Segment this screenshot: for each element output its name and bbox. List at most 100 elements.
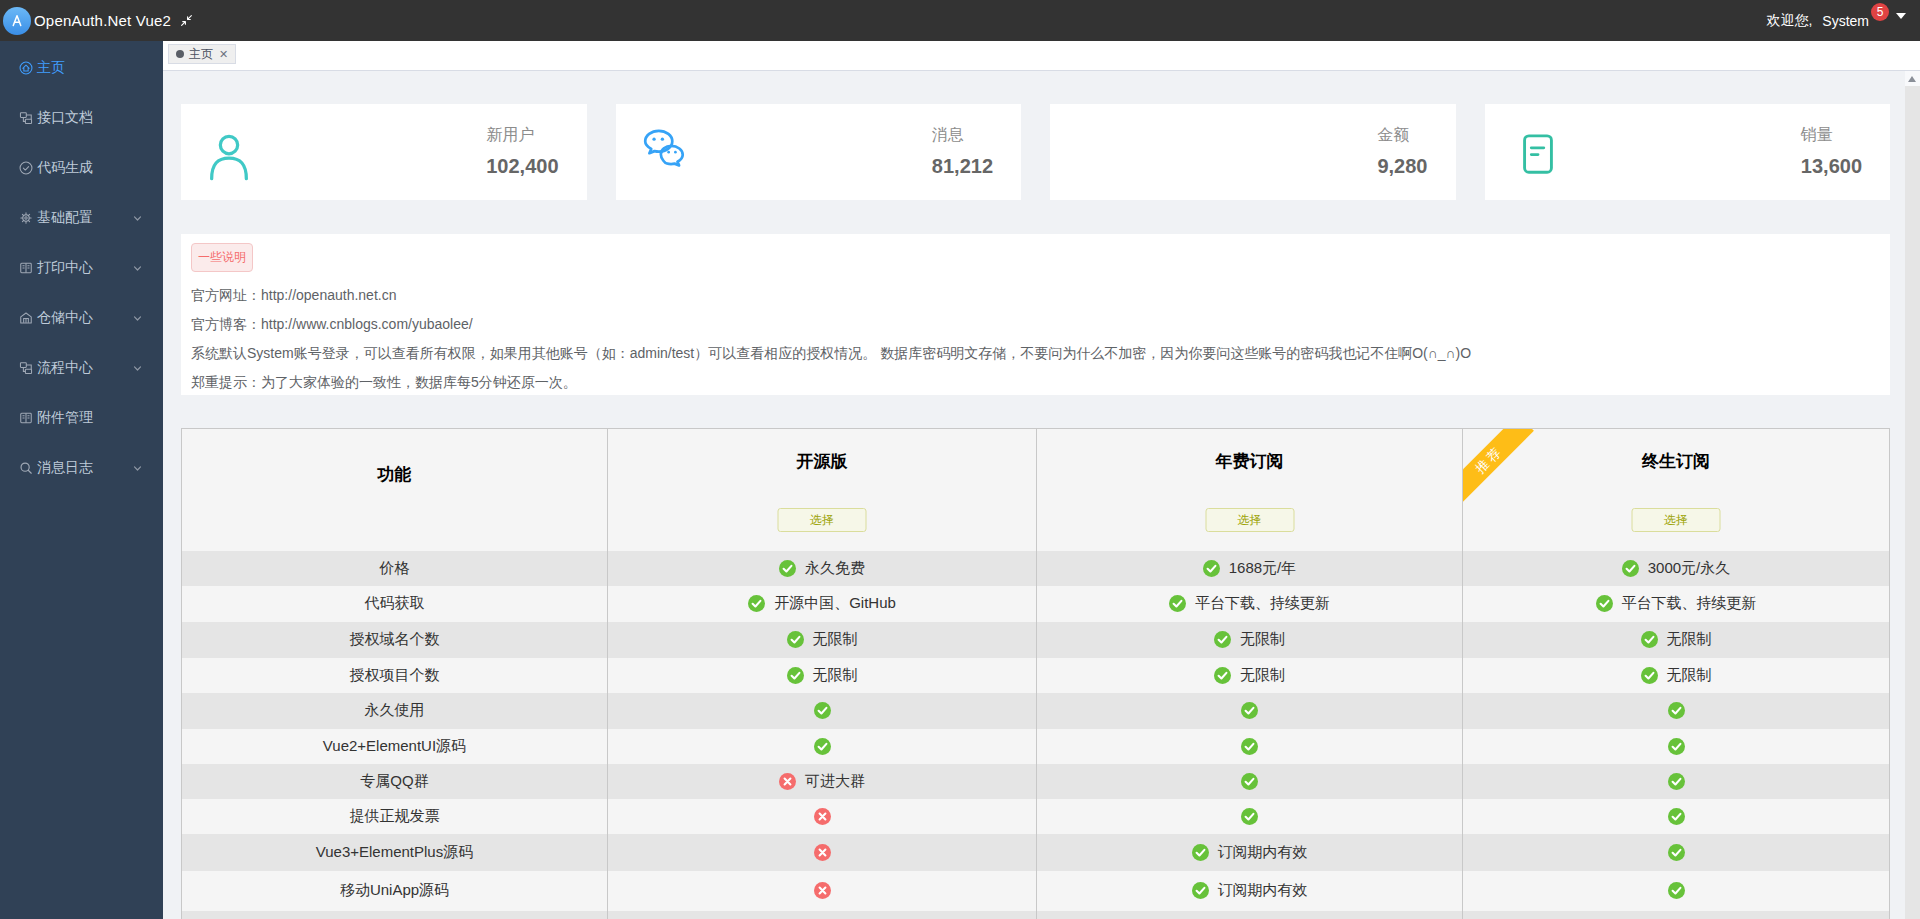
pricing-cell bbox=[608, 834, 1037, 871]
scrollbar-up-arrow[interactable] bbox=[1908, 76, 1916, 82]
pricing-cell-text: 平台下载、持续更新 bbox=[1195, 594, 1330, 613]
stat-card-desc: 新用户 102,400 bbox=[486, 126, 558, 176]
sidebar-item-label: 附件管理 bbox=[37, 409, 93, 427]
notice-line-2: 官方博客：http://www.cnblogs.com/yubaolee/ bbox=[191, 317, 1880, 331]
pricing-row-5: 永久使用 bbox=[182, 693, 1890, 729]
pricing-col-title: 功能 bbox=[182, 463, 607, 486]
sidebar-item-code-gen[interactable]: 代码生成 bbox=[0, 143, 163, 193]
check-icon bbox=[1622, 560, 1639, 577]
check-icon bbox=[1668, 702, 1685, 719]
feature-name: 移动UniApp源码 bbox=[182, 871, 608, 911]
sidebar-item-home[interactable]: 主页 bbox=[0, 43, 163, 93]
pricing-cell-text: 平台下载、持续更新 bbox=[1622, 594, 1757, 613]
tabbar: 主页 ✕ bbox=[163, 41, 1920, 71]
pricing-row-4: 授权项目个数无限制无限制无限制 bbox=[182, 658, 1890, 693]
pricing-cell-text: 订阅期内有效 bbox=[1218, 881, 1308, 900]
gear-icon bbox=[19, 211, 33, 225]
vertical-scrollbar[interactable] bbox=[1905, 71, 1920, 919]
check-icon bbox=[1641, 667, 1658, 684]
choose-button[interactable]: 选择 bbox=[778, 508, 867, 532]
check-icon bbox=[1668, 738, 1685, 755]
stat-card-sales[interactable]: 销量13,600 bbox=[1485, 104, 1891, 200]
stat-card-value: 9,280 bbox=[1377, 156, 1427, 176]
stat-card-value: 13,600 bbox=[1801, 156, 1862, 176]
sidebar-item-label: 消息日志 bbox=[37, 459, 93, 477]
pricing-table: 功能开源版选择年费订阅选择终生订阅选择推荐 价格永久免费1688元/年3000元… bbox=[181, 428, 1890, 919]
cross-icon bbox=[814, 844, 831, 861]
pricing-cell-text: 3000元/永久 bbox=[1648, 559, 1731, 578]
pricing-cell-text: 1688元/年 bbox=[1229, 559, 1297, 578]
pricing-cell bbox=[1463, 834, 1890, 871]
sidebar-item-label: 打印中心 bbox=[37, 259, 93, 277]
sidebar-item-label: 主页 bbox=[37, 59, 65, 77]
pricing-cell: 开源中国、GitHub bbox=[608, 586, 1037, 622]
pricing-row-partial bbox=[182, 911, 1890, 919]
cross-icon bbox=[814, 882, 831, 899]
notification-badge[interactable]: 5 bbox=[1871, 3, 1889, 21]
pricing-cell bbox=[1463, 729, 1890, 764]
scrollbar-thumb[interactable] bbox=[1905, 86, 1920, 919]
pricing-row-7: 专属QQ群可进大群 bbox=[182, 764, 1890, 799]
pricing-cell bbox=[1037, 693, 1463, 729]
sidebar-item-message-log[interactable]: 消息日志 bbox=[0, 443, 163, 493]
feature-name: 专属QQ群 bbox=[182, 764, 608, 799]
check-icon bbox=[814, 738, 831, 755]
sidebar-item-attachments[interactable]: 附件管理 bbox=[0, 393, 163, 443]
pricing-cell: 平台下载、持续更新 bbox=[1037, 586, 1463, 622]
stat-card-value: 102,400 bbox=[486, 156, 558, 176]
feature-name: 授权项目个数 bbox=[182, 658, 608, 693]
sidebar-item-api-docs[interactable]: 接口文档 bbox=[0, 93, 163, 143]
warehouse-icon bbox=[19, 311, 33, 325]
feature-name: 价格 bbox=[182, 551, 608, 586]
choose-button[interactable]: 选择 bbox=[1632, 508, 1721, 532]
choose-button[interactable]: 选择 bbox=[1205, 508, 1294, 532]
pricing-cell: 无限制 bbox=[1037, 658, 1463, 693]
stat-card-label: 金额 bbox=[1377, 126, 1427, 144]
sidebar-item-base-config[interactable]: 基础配置 bbox=[0, 193, 163, 243]
pricing-cell: 订阅期内有效 bbox=[1037, 834, 1463, 871]
notice-tag-button[interactable]: 一些说明 bbox=[191, 243, 253, 272]
pricing-cell: 3000元/永久 bbox=[1463, 551, 1890, 586]
stat-card-label: 新用户 bbox=[486, 126, 558, 144]
feature-name: Vue2+ElementUI源码 bbox=[182, 729, 608, 764]
pricing-cell bbox=[1463, 871, 1890, 911]
sidebar-item-warehouse[interactable]: 仓储中心 bbox=[0, 293, 163, 343]
pricing-cell bbox=[1463, 799, 1890, 834]
pricing-cell: 订阅期内有效 bbox=[1037, 871, 1463, 911]
stat-card-amount[interactable]: 金额 9,280 bbox=[1050, 104, 1456, 200]
collapse-screen-icon[interactable] bbox=[180, 14, 193, 27]
wechat-icon bbox=[640, 123, 690, 173]
check-icon bbox=[1241, 773, 1258, 790]
sidebar-item-label: 仓储中心 bbox=[37, 309, 93, 327]
pricing-cell: 无限制 bbox=[1463, 658, 1890, 693]
sidebar-item-label: 接口文档 bbox=[37, 109, 93, 127]
check-icon bbox=[1668, 844, 1685, 861]
chevron-down-icon bbox=[133, 314, 142, 323]
flow-icon bbox=[19, 111, 33, 125]
check-icon bbox=[1192, 844, 1209, 861]
notice-line-3: 系统默认System账号登录，可以查看所有权限，如果用其他账号（如：admin/… bbox=[191, 346, 1880, 360]
pricing-cell: 无限制 bbox=[1037, 622, 1463, 658]
stat-card-new-users[interactable]: 新用户 102,400 bbox=[181, 104, 587, 200]
main-content: 新用户 102,400 消息81,212 金额 9,280 销量13,600 一些说明 官… bbox=[163, 71, 1905, 919]
sidebar-item-print-center[interactable]: 打印中心 bbox=[0, 243, 163, 293]
feature-name: 提供正规发票 bbox=[182, 799, 608, 834]
chevron-down-icon bbox=[133, 464, 142, 473]
cross-icon bbox=[779, 773, 796, 790]
check-icon bbox=[748, 595, 765, 612]
pricing-col-title: 终生订阅 bbox=[1463, 450, 1889, 473]
stat-card-messages[interactable]: 消息81,212 bbox=[616, 104, 1022, 200]
feature-name: 代码获取 bbox=[182, 586, 608, 622]
tab-close-icon[interactable]: ✕ bbox=[219, 49, 228, 60]
sidebar-item-flow-center[interactable]: 流程中心 bbox=[0, 343, 163, 393]
pricing-row-10: 移动UniApp源码 订阅期内有效 bbox=[182, 871, 1890, 911]
book-icon bbox=[19, 261, 33, 275]
user-menu-caret-icon[interactable] bbox=[1896, 13, 1906, 19]
tab-home[interactable]: 主页 ✕ bbox=[168, 44, 236, 64]
check-circle-icon bbox=[19, 161, 33, 175]
cross-icon bbox=[814, 808, 831, 825]
check-icon bbox=[1668, 882, 1685, 899]
user-name[interactable]: System bbox=[1822, 13, 1869, 29]
chevron-down-icon bbox=[133, 364, 142, 373]
pricing-row-1: 价格永久免费1688元/年3000元/永久 bbox=[182, 551, 1890, 586]
